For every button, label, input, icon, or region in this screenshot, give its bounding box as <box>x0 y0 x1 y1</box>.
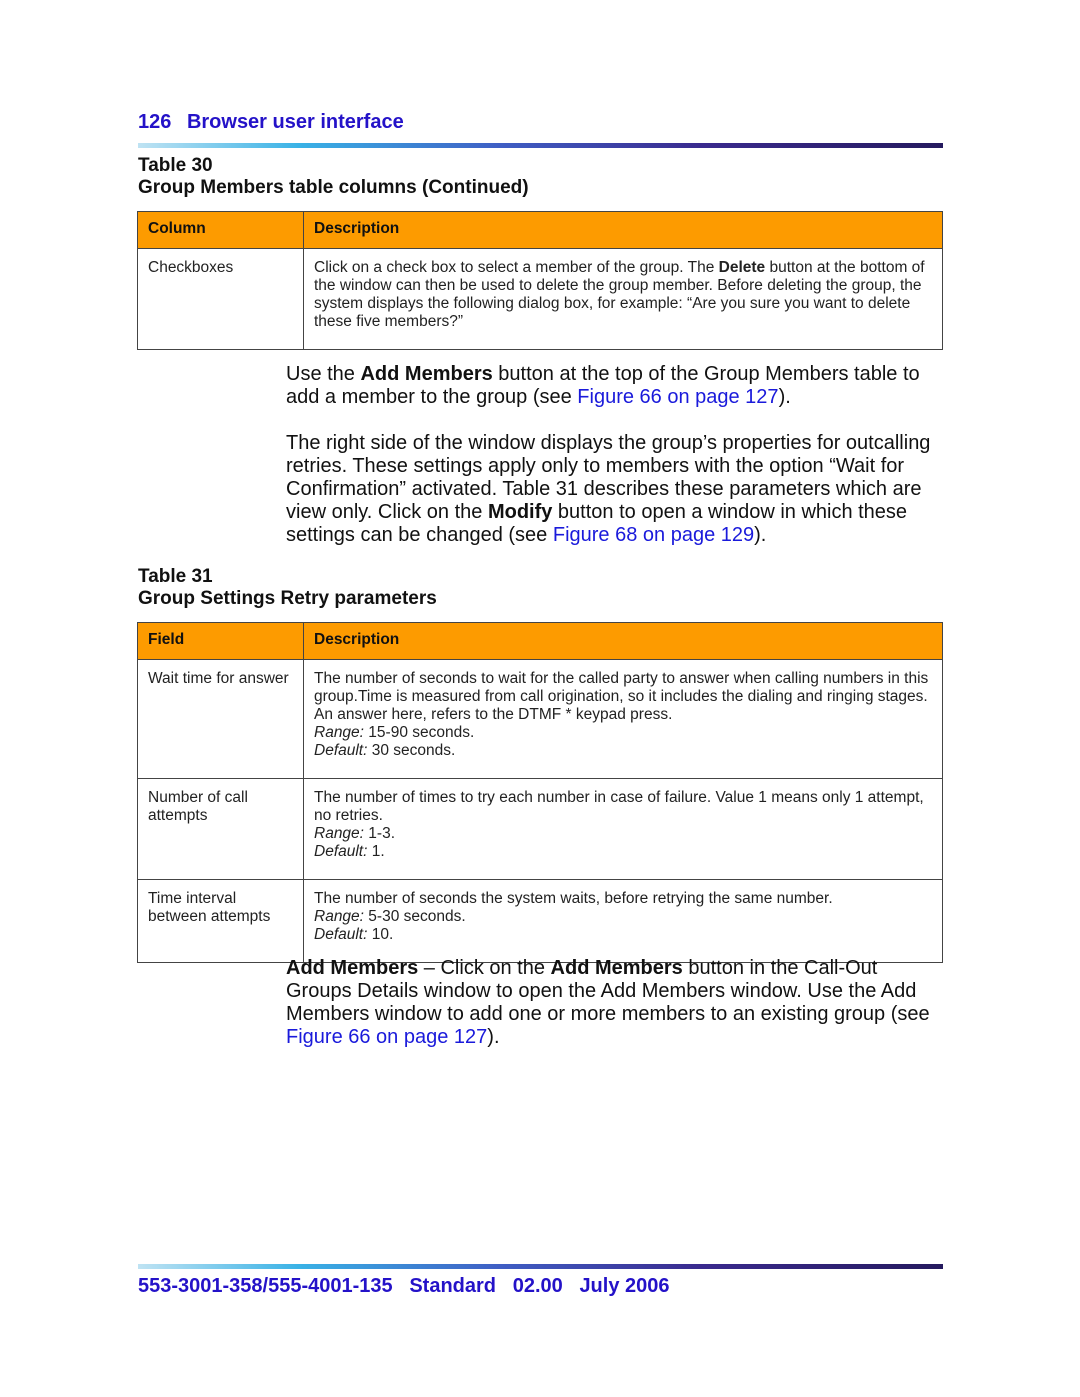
column-header-description: Description <box>303 211 943 249</box>
table-header-row: Field Description <box>137 622 943 660</box>
figure-66-link[interactable]: Figure 66 on page 127 <box>577 386 778 408</box>
doc-date: July 2006 <box>579 1275 670 1297</box>
figure-68-link[interactable]: Figure 68 on page 129 <box>553 524 754 546</box>
range-value: 15-90 seconds. <box>363 724 475 741</box>
cell-description: The number of seconds to wait for the ca… <box>303 659 943 779</box>
figure-66-link[interactable]: Figure 66 on page 127 <box>286 1026 487 1048</box>
cell-field: Wait time for answer <box>137 659 304 779</box>
page-number: 126 <box>138 111 172 133</box>
cell-field: Time interval between attempts <box>137 879 304 963</box>
default-label: Default: <box>314 742 368 759</box>
description-text: The number of seconds the system waits, … <box>314 890 833 907</box>
paragraph-add-members-window: Add Members – Click on the Add Members b… <box>286 957 946 1049</box>
text: ). <box>754 524 767 546</box>
range-label: Range: <box>314 908 364 925</box>
text: ). <box>778 386 791 408</box>
add-members-keyword: Add Members <box>550 957 683 979</box>
text: Use the <box>286 363 361 385</box>
table31-title: Group Settings Retry parameters <box>138 588 437 609</box>
running-footer: 553-3001-358/555-4001-135 Standard 02.00… <box>138 1275 670 1298</box>
text: ). <box>487 1026 500 1048</box>
range-value: 5-30 seconds. <box>363 908 466 925</box>
doc-number: 553-3001-358/555-4001-135 <box>138 1275 393 1297</box>
delete-keyword: Delete <box>718 259 766 276</box>
running-header: 126 Browser user interface <box>138 111 404 134</box>
table-row: Wait time for answer The number of secon… <box>137 659 943 779</box>
cell-description: The number of times to try each number i… <box>303 778 943 880</box>
description-text: The number of seconds to wait for the ca… <box>314 670 929 723</box>
footer-divider <box>138 1264 943 1269</box>
description-text: Click on a check box to select a member … <box>314 259 719 276</box>
text: – Click on the <box>418 957 551 979</box>
table30-caption: Table 30 Group Members table columns (Co… <box>138 155 529 199</box>
table31-caption: Table 31 Group Settings Retry parameters <box>138 566 437 610</box>
column-header-column: Column <box>137 211 304 249</box>
cell-description: Click on a check box to select a member … <box>303 248 943 350</box>
table-row: Checkboxes Click on a check box to selec… <box>137 248 943 350</box>
doc-status: Standard <box>409 1275 497 1297</box>
table30-title: Group Members table columns (Continued) <box>138 177 529 198</box>
section-title: Browser user interface <box>186 111 404 133</box>
paragraph-add-members-intro: Use the Add Members button at the top of… <box>286 363 946 409</box>
doc-version: 02.00 <box>512 1275 563 1297</box>
paragraph-retry-properties: The right side of the window displays th… <box>286 432 946 547</box>
range-label: Range: <box>314 825 364 842</box>
table31: Field Description Wait time for answer T… <box>137 622 943 963</box>
add-members-keyword: Add Members <box>360 363 493 385</box>
table30: Column Description Checkboxes Click on a… <box>137 211 943 350</box>
table-header-row: Column Description <box>137 211 943 249</box>
range-line: Range: 1-3. <box>314 825 932 843</box>
add-members-heading: Add Members <box>286 957 419 979</box>
default-value: 10. <box>367 926 394 943</box>
default-line: Default: 1. <box>314 843 932 861</box>
range-label: Range: <box>314 724 364 741</box>
description-text: The number of times to try each number i… <box>314 789 924 824</box>
table-row: Time interval between attempts The numbe… <box>137 879 943 963</box>
range-line: Range: 15-90 seconds. <box>314 724 932 742</box>
table30-label: Table 30 <box>138 155 213 176</box>
modify-keyword: Modify <box>487 501 553 523</box>
cell-description: The number of seconds the system waits, … <box>303 879 943 963</box>
column-header-description: Description <box>303 622 943 660</box>
column-header-field: Field <box>137 622 304 660</box>
default-value: 30 seconds. <box>367 742 456 759</box>
table31-label: Table 31 <box>138 566 213 587</box>
cell-field: Number of call attempts <box>137 778 304 880</box>
table-row: Number of call attempts The number of ti… <box>137 778 943 880</box>
cell-column: Checkboxes <box>137 248 304 350</box>
header-divider <box>138 143 943 148</box>
default-line: Default: 30 seconds. <box>314 742 932 760</box>
range-line: Range: 5-30 seconds. <box>314 908 932 926</box>
default-label: Default: <box>314 843 368 860</box>
default-value: 1. <box>367 843 385 860</box>
default-line: Default: 10. <box>314 926 932 944</box>
default-label: Default: <box>314 926 368 943</box>
range-value: 1-3. <box>363 825 395 842</box>
